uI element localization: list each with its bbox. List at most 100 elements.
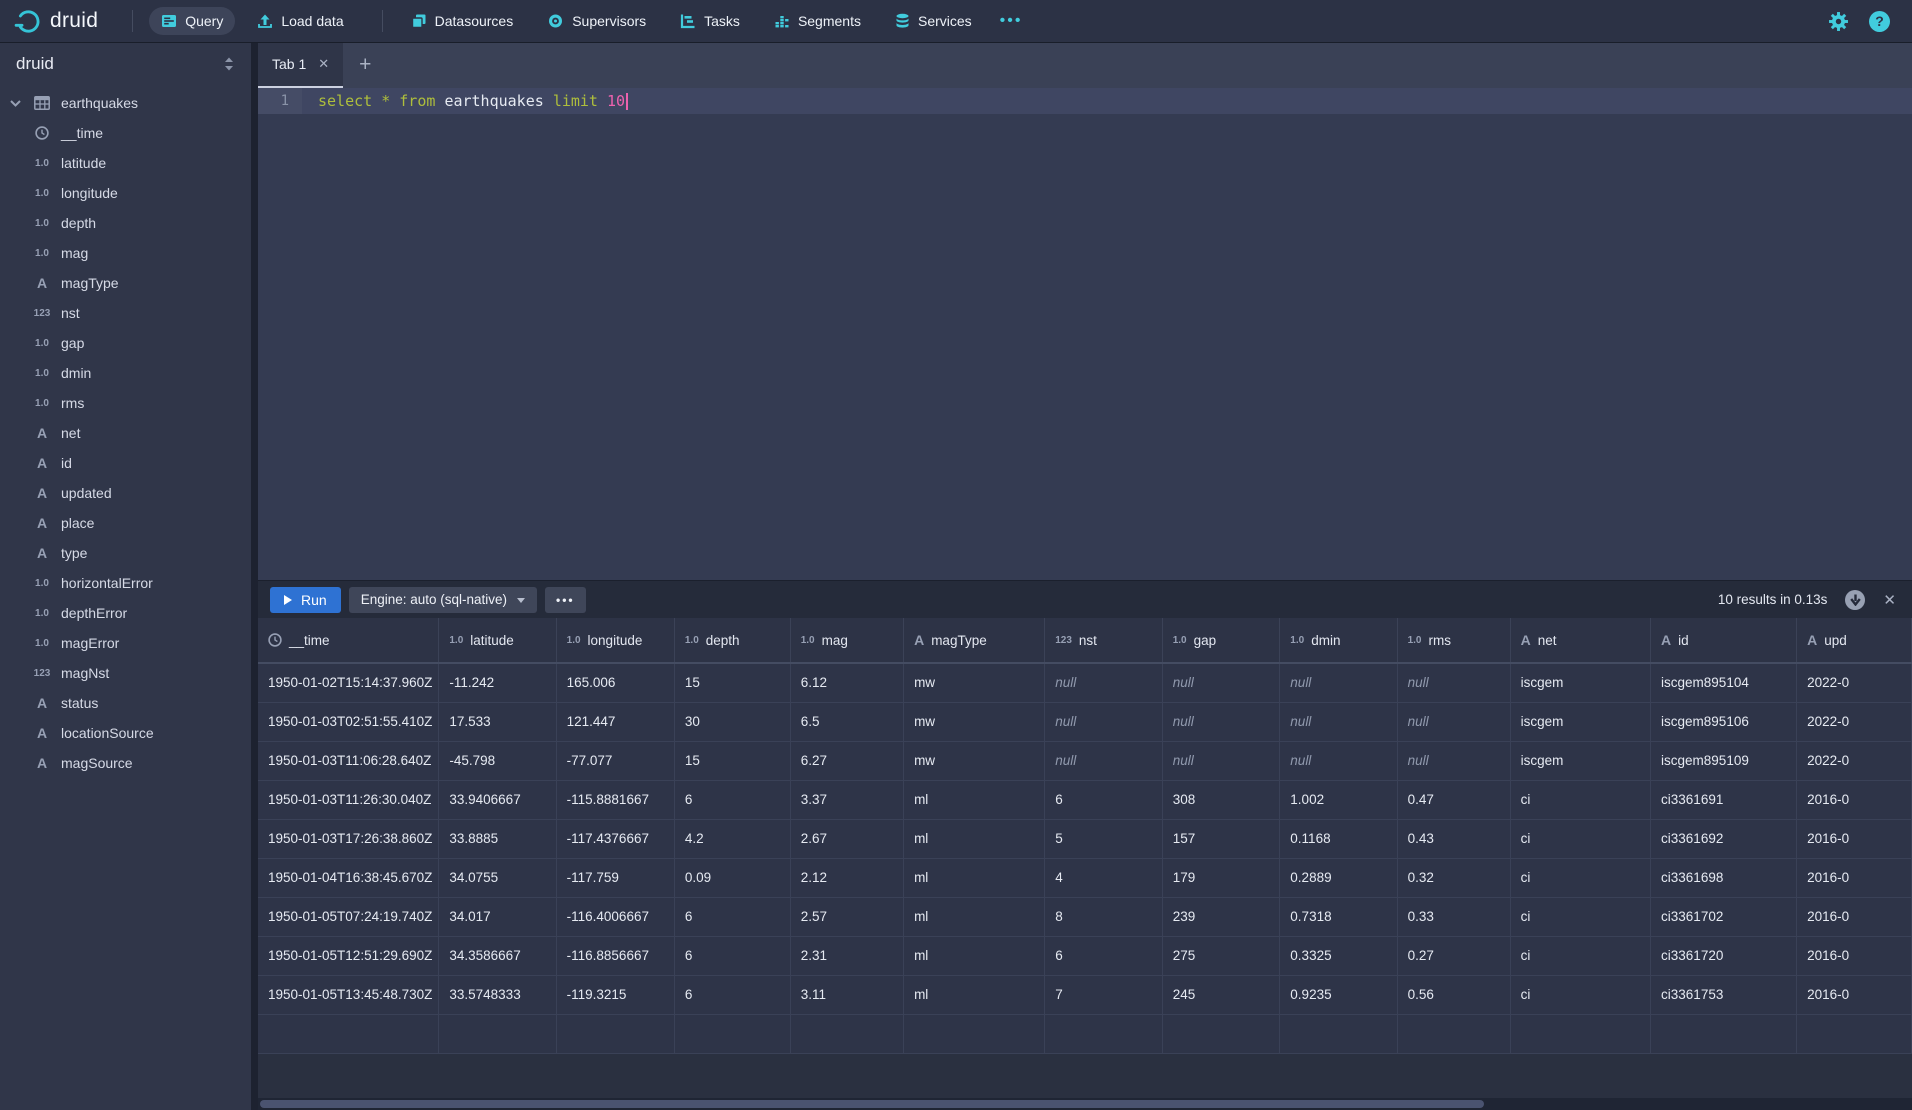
result-cell[interactable]: 0.32 <box>1397 858 1510 897</box>
result-cell[interactable]: 165.006 <box>556 663 674 702</box>
result-cell[interactable]: null <box>1397 663 1510 702</box>
result-cell[interactable]: -117.4376667 <box>556 819 674 858</box>
column-header-magType[interactable]: AmagType <box>904 618 1045 663</box>
result-cell[interactable]: null <box>1162 663 1280 702</box>
nav-item-query[interactable]: Query <box>149 7 235 35</box>
result-cell[interactable]: iscgem895106 <box>1651 702 1797 741</box>
result-cell[interactable]: 0.09 <box>674 858 790 897</box>
result-cell[interactable]: null <box>1280 741 1397 780</box>
result-cell[interactable]: 33.8885 <box>439 819 556 858</box>
result-cell[interactable]: 2016-0 <box>1797 780 1912 819</box>
result-cell[interactable]: 1950-01-04T16:38:45.670Z <box>258 858 439 897</box>
result-cell[interactable]: 15 <box>674 741 790 780</box>
result-cell[interactable]: ml <box>904 936 1045 975</box>
result-cell[interactable]: 6 <box>674 897 790 936</box>
result-cell[interactable]: 1950-01-05T12:51:29.690Z <box>258 936 439 975</box>
result-cell[interactable]: 2022-0 <box>1797 741 1912 780</box>
result-cell[interactable]: 0.1168 <box>1280 819 1397 858</box>
column-header-depth[interactable]: 1.0depth <box>674 618 790 663</box>
result-cell[interactable]: iscgem <box>1510 741 1650 780</box>
tab-tab1[interactable]: Tab 1 ✕ <box>258 42 343 88</box>
result-cell[interactable]: 5 <box>1045 819 1162 858</box>
column-header-id[interactable]: Aid <box>1651 618 1797 663</box>
schema-column-net[interactable]: Anet <box>0 418 251 448</box>
engine-select-button[interactable]: Engine: auto (sql-native) <box>349 587 537 613</box>
result-cell[interactable]: 239 <box>1162 897 1280 936</box>
result-cell[interactable]: 0.9235 <box>1280 975 1397 1014</box>
result-cell[interactable]: 34.3586667 <box>439 936 556 975</box>
sort-toggle-button[interactable] <box>223 57 235 71</box>
result-cell[interactable]: null <box>1045 702 1162 741</box>
result-cell[interactable]: 3.11 <box>790 975 903 1014</box>
result-cell[interactable]: 0.7318 <box>1280 897 1397 936</box>
schema-column-longitude[interactable]: 1.0longitude <box>0 178 251 208</box>
result-cell[interactable]: ci3361698 <box>1651 858 1797 897</box>
result-cell[interactable]: 6.5 <box>790 702 903 741</box>
result-cell[interactable]: ml <box>904 819 1045 858</box>
result-cell[interactable]: -115.8881667 <box>556 780 674 819</box>
result-cell[interactable]: iscgem <box>1510 702 1650 741</box>
column-header-upd[interactable]: Aupd <box>1797 618 1912 663</box>
run-button[interactable]: Run <box>270 587 341 613</box>
nav-item-tasks[interactable]: Tasks <box>668 7 752 35</box>
result-cell[interactable]: ci3361720 <box>1651 936 1797 975</box>
result-cell[interactable]: ci <box>1510 975 1650 1014</box>
column-header-net[interactable]: Anet <box>1510 618 1650 663</box>
result-cell[interactable]: 0.33 <box>1397 897 1510 936</box>
result-cell[interactable]: mw <box>904 702 1045 741</box>
result-cell[interactable]: 308 <box>1162 780 1280 819</box>
horizontal-scrollbar[interactable] <box>258 1098 1912 1110</box>
result-cell[interactable]: ci3361691 <box>1651 780 1797 819</box>
schema-column-place[interactable]: Aplace <box>0 508 251 538</box>
result-cell[interactable]: -11.242 <box>439 663 556 702</box>
result-cell[interactable]: 0.43 <box>1397 819 1510 858</box>
result-cell[interactable]: 179 <box>1162 858 1280 897</box>
result-cell[interactable]: 121.447 <box>556 702 674 741</box>
result-cell[interactable]: 1950-01-03T17:26:38.860Z <box>258 819 439 858</box>
nav-item-datasources[interactable]: Datasources <box>399 7 526 35</box>
column-header-longitude[interactable]: 1.0longitude <box>556 618 674 663</box>
result-cell[interactable]: 2016-0 <box>1797 936 1912 975</box>
chevron-down-icon[interactable] <box>0 100 30 107</box>
result-cell[interactable]: 245 <box>1162 975 1280 1014</box>
result-cell[interactable]: ci <box>1510 819 1650 858</box>
schema-column-depth[interactable]: 1.0depth <box>0 208 251 238</box>
result-cell[interactable]: 6 <box>674 975 790 1014</box>
result-cell[interactable]: iscgem895104 <box>1651 663 1797 702</box>
nav-item-segments[interactable]: Segments <box>762 7 873 35</box>
result-cell[interactable]: 1950-01-05T13:45:48.730Z <box>258 975 439 1014</box>
result-cell[interactable]: -117.759 <box>556 858 674 897</box>
schema-column-magSource[interactable]: AmagSource <box>0 748 251 778</box>
result-cell[interactable]: 0.27 <box>1397 936 1510 975</box>
close-results-button[interactable]: ✕ <box>1883 591 1896 609</box>
result-cell[interactable]: 6 <box>674 780 790 819</box>
result-cell[interactable]: 1950-01-03T11:26:30.040Z <box>258 780 439 819</box>
result-cell[interactable]: 33.5748333 <box>439 975 556 1014</box>
result-cell[interactable]: -77.077 <box>556 741 674 780</box>
download-results-button[interactable] <box>1845 590 1865 610</box>
result-cell[interactable]: mw <box>904 663 1045 702</box>
result-cell[interactable]: 275 <box>1162 936 1280 975</box>
result-cell[interactable]: ci3361692 <box>1651 819 1797 858</box>
result-cell[interactable]: 3.37 <box>790 780 903 819</box>
schema-column-mag[interactable]: 1.0mag <box>0 238 251 268</box>
result-cell[interactable]: ci <box>1510 858 1650 897</box>
result-cell[interactable]: 2022-0 <box>1797 702 1912 741</box>
help-button[interactable]: ? <box>1869 11 1890 32</box>
datasource-item-earthquakes[interactable]: earthquakes <box>0 88 251 118</box>
schema-column-locationSource[interactable]: AlocationSource <box>0 718 251 748</box>
result-cell[interactable]: 30 <box>674 702 790 741</box>
result-cell[interactable]: 0.56 <box>1397 975 1510 1014</box>
schema-column-dmin[interactable]: 1.0dmin <box>0 358 251 388</box>
result-cell[interactable]: 2.31 <box>790 936 903 975</box>
result-cell[interactable]: ml <box>904 780 1045 819</box>
schema-column-depthError[interactable]: 1.0depthError <box>0 598 251 628</box>
result-cell[interactable]: 2016-0 <box>1797 819 1912 858</box>
result-cell[interactable]: 8 <box>1045 897 1162 936</box>
result-cell[interactable]: iscgem895109 <box>1651 741 1797 780</box>
result-cell[interactable]: null <box>1045 741 1162 780</box>
result-cell[interactable]: 33.9406667 <box>439 780 556 819</box>
result-cell[interactable]: 6.27 <box>790 741 903 780</box>
schema-column-nst[interactable]: 123nst <box>0 298 251 328</box>
result-cell[interactable]: 4.2 <box>674 819 790 858</box>
